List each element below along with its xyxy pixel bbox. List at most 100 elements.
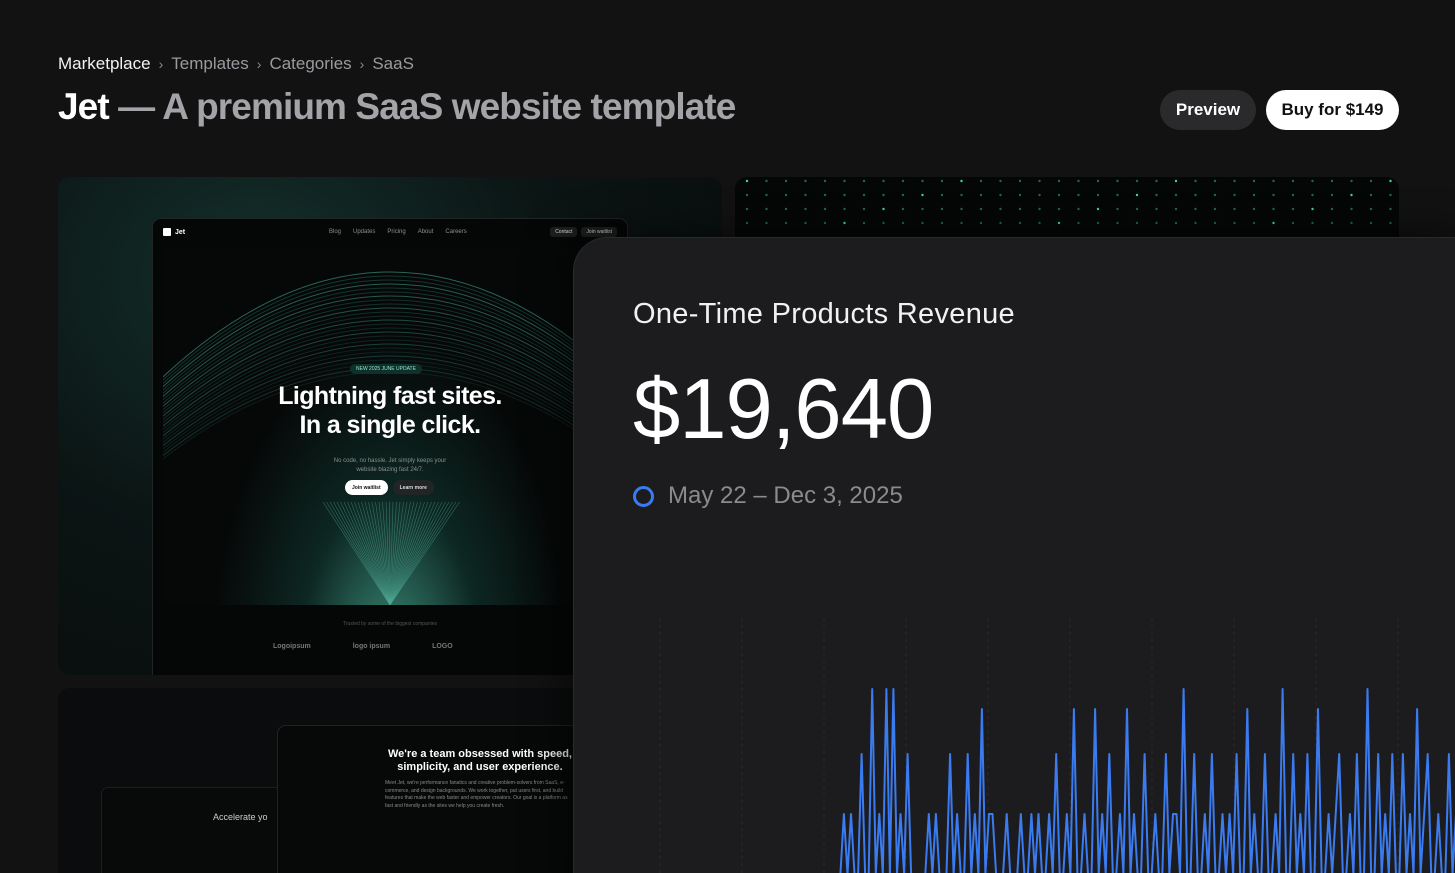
grid-dot <box>1350 221 1353 225</box>
grid-dot <box>1135 207 1139 211</box>
breadcrumb-templates[interactable]: Templates <box>171 54 248 74</box>
hero-ray-line <box>389 501 457 605</box>
grid-dot <box>1272 179 1275 183</box>
grid-dot <box>1057 193 1061 197</box>
grid-dot <box>765 207 768 211</box>
grid-dot <box>1155 179 1158 183</box>
client-logo: logo ipsum <box>352 643 391 650</box>
grid-dot <box>823 221 827 225</box>
grid-dot <box>1057 221 1061 225</box>
template-nav-link: Updates <box>353 229 376 235</box>
grid-dot <box>1291 207 1295 211</box>
accelerate-text: Accelerate yo <box>213 812 268 822</box>
template-primary-button: Join waitlist <box>345 480 388 495</box>
grid-dot <box>1135 221 1139 225</box>
revenue-series-line <box>759 688 1455 873</box>
grid-dot <box>999 193 1002 197</box>
grid-dot <box>745 207 749 211</box>
grid-dot <box>765 221 768 225</box>
chevron-right-icon: › <box>158 56 164 72</box>
grid-dot <box>1038 179 1041 183</box>
grid-dot <box>1311 221 1314 225</box>
template-logo: Jet <box>163 228 185 236</box>
grid-dot <box>1174 179 1178 183</box>
template-secondary-button: Learn more <box>392 480 434 495</box>
about-headline: We're a team obsessed with speed, simpli… <box>388 748 572 773</box>
client-logos: Logoipsum logo ipsum LOGO <box>273 643 453 650</box>
template-headline-line: Lightning fast sites. <box>278 382 502 410</box>
grid-dot <box>1311 193 1314 197</box>
template-tagline: — A premium SaaS website template <box>108 86 736 127</box>
grid-dot <box>1174 221 1178 225</box>
grid-dot <box>1233 221 1236 225</box>
template-nav-link: Blog <box>329 229 342 235</box>
breadcrumb-saas[interactable]: SaaS <box>372 54 414 74</box>
hero-ray-line <box>389 501 432 605</box>
template-screen: Jet Blog Updates Pricing About Careers C… <box>153 219 627 675</box>
grid-dot <box>843 193 846 197</box>
grid-dot <box>784 179 788 183</box>
grid-dot <box>1252 193 1256 197</box>
grid-dot <box>960 193 963 197</box>
breadcrumb-marketplace[interactable]: Marketplace <box>58 54 151 74</box>
grid-dot <box>940 207 944 211</box>
series-ring-icon <box>633 485 654 507</box>
hero-ray-line <box>389 501 418 605</box>
grid-dot <box>784 193 788 197</box>
grid-dot <box>960 207 963 211</box>
grid-dot <box>901 179 905 183</box>
grid-dot <box>843 207 846 211</box>
template-logo-text: Jet <box>175 228 186 236</box>
hero-ray-line <box>389 501 443 605</box>
grid-dot <box>862 221 866 225</box>
grid-dot <box>1038 221 1041 225</box>
grid-dot <box>1369 207 1373 211</box>
hero-ray-line <box>357 501 391 605</box>
grid-dot <box>1116 193 1119 197</box>
grid-dot <box>1018 179 1022 183</box>
grid-dot <box>940 221 944 225</box>
grid-dot <box>784 221 788 225</box>
grid-dot <box>745 221 749 225</box>
grid-dot <box>1174 193 1178 197</box>
grid-dot <box>862 193 866 197</box>
date-range[interactable]: May 22 – Dec 3, 2025 <box>633 482 903 510</box>
grid-dot <box>1194 207 1197 211</box>
grid-dot <box>1272 193 1275 197</box>
grid-dot <box>882 221 885 225</box>
page-title: Jet — A premium SaaS website template <box>58 86 736 128</box>
grid-dot <box>1077 221 1080 225</box>
grid-dot <box>1194 193 1197 197</box>
template-join-button: Join waitlist <box>581 227 617 237</box>
grid-dot <box>1330 179 1334 183</box>
grid-dot <box>901 207 905 211</box>
grid-dot <box>1077 179 1080 183</box>
grid-dot <box>1389 221 1392 225</box>
template-nav-link: Careers <box>445 229 467 235</box>
hero-ray-line <box>389 501 422 605</box>
hero-ray-line <box>361 501 391 605</box>
grid-dot <box>1311 179 1314 183</box>
grid-dot <box>1096 179 1100 183</box>
template-nav: Jet Blog Updates Pricing About Careers C… <box>153 219 627 245</box>
grid-dot <box>921 207 924 211</box>
breadcrumb-categories[interactable]: Categories <box>269 54 351 74</box>
grid-dot <box>1350 207 1353 211</box>
date-range-text: May 22 – Dec 3, 2025 <box>668 482 903 509</box>
grid-dot <box>901 193 905 197</box>
grid-dot <box>804 221 807 225</box>
grid-dot <box>1213 179 1217 183</box>
grid-dot <box>862 207 866 211</box>
grid-dot <box>921 179 924 183</box>
grid-dot <box>1155 207 1158 211</box>
grid-dot <box>979 221 983 225</box>
buy-button[interactable]: Buy for $149 <box>1266 90 1399 130</box>
preview-button[interactable]: Preview <box>1160 90 1256 130</box>
template-nav-buttons: Contact Join waitlist <box>550 227 617 237</box>
grid-dot <box>1174 207 1178 211</box>
grid-dot <box>1233 179 1236 183</box>
grid-dot <box>823 193 827 197</box>
grid-dot <box>882 193 885 197</box>
hero-ray-line <box>343 501 391 605</box>
grid-dot <box>1116 207 1119 211</box>
